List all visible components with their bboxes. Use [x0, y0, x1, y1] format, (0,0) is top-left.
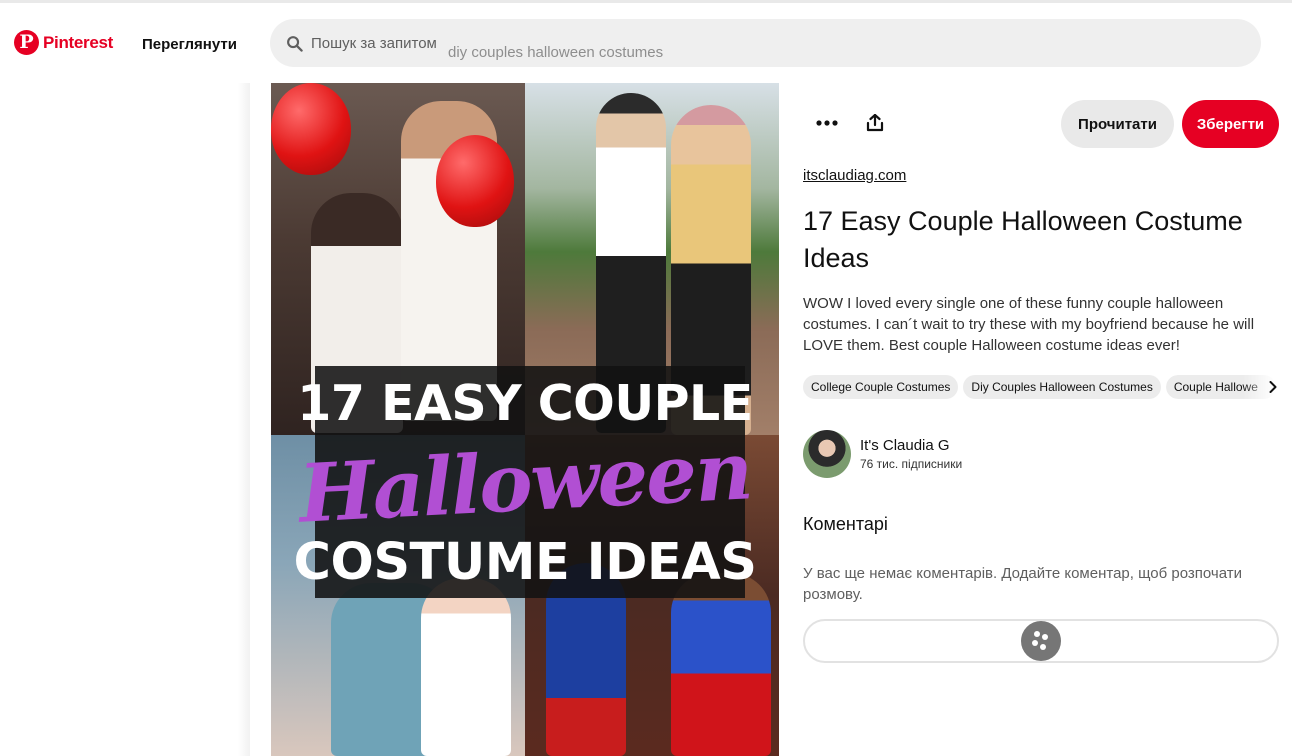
comments-heading: Коментарі	[803, 514, 888, 534]
pin-title: 17 Easy Couple Halloween Costume Ideas	[803, 206, 1243, 273]
top-border	[0, 0, 1292, 3]
source-link[interactable]: itsclaudiag.com	[803, 167, 906, 184]
pinterest-logo-icon: P	[14, 30, 39, 55]
share-icon	[866, 114, 884, 132]
author-followers: 76 тис. підписники	[860, 456, 963, 471]
search-icon	[287, 35, 303, 52]
search-placeholder: Пошук за запитом	[311, 34, 437, 52]
avatar[interactable]	[803, 430, 851, 478]
image-title-line-3: COSTUME IDEAS	[293, 533, 757, 592]
red-balloon	[436, 135, 514, 227]
red-balloon	[271, 83, 351, 175]
chevron-right-icon	[1269, 381, 1277, 393]
costume-figure	[671, 573, 771, 756]
tag-chip[interactable]: Couple Hallowe	[1165, 375, 1273, 399]
more-dots-icon	[816, 120, 838, 126]
image-title-line-1: 17 EASY COUPLE	[297, 375, 753, 432]
pin-image[interactable]: 17 EASY COUPLE Halloween COSTUME IDEAS	[271, 83, 779, 756]
nav-explore-link[interactable]: Переглянути	[142, 36, 237, 53]
pinterest-logo[interactable]: P Pinterest	[14, 30, 113, 55]
related-tags: College Couple Costumes Diy Couples Hall…	[803, 375, 1273, 399]
read-button[interactable]: Прочитати	[1061, 100, 1174, 148]
author-info: It's Claudia G 76 тис. підписники	[860, 436, 962, 473]
costume-figure	[421, 578, 511, 756]
left-rail	[0, 83, 250, 756]
logo-text: Pinterest	[43, 32, 114, 52]
comments-empty-text: У вас ще немає коментарів. Додайте комен…	[803, 565, 1242, 603]
more-options-button[interactable]	[810, 106, 844, 140]
tags-next-button[interactable]	[1266, 377, 1280, 397]
share-button[interactable]	[858, 106, 892, 140]
loading-spinner-icon	[1021, 621, 1061, 661]
save-button[interactable]: Зберегти	[1182, 100, 1279, 148]
author-name[interactable]: It's Claudia G	[860, 436, 962, 456]
author-card[interactable]: It's Claudia G 76 тис. підписники	[803, 430, 962, 478]
pin-description: WOW I loved every single one of these fu…	[803, 295, 1255, 354]
tag-chip[interactable]: College Couple Costumes	[803, 375, 959, 399]
search-bar[interactable]: Пошук за запитом diy couples halloween c…	[270, 19, 1261, 67]
tag-chip[interactable]: Diy Couples Halloween Costumes	[963, 375, 1161, 399]
search-input[interactable]: diy couples halloween costumes	[448, 44, 663, 61]
